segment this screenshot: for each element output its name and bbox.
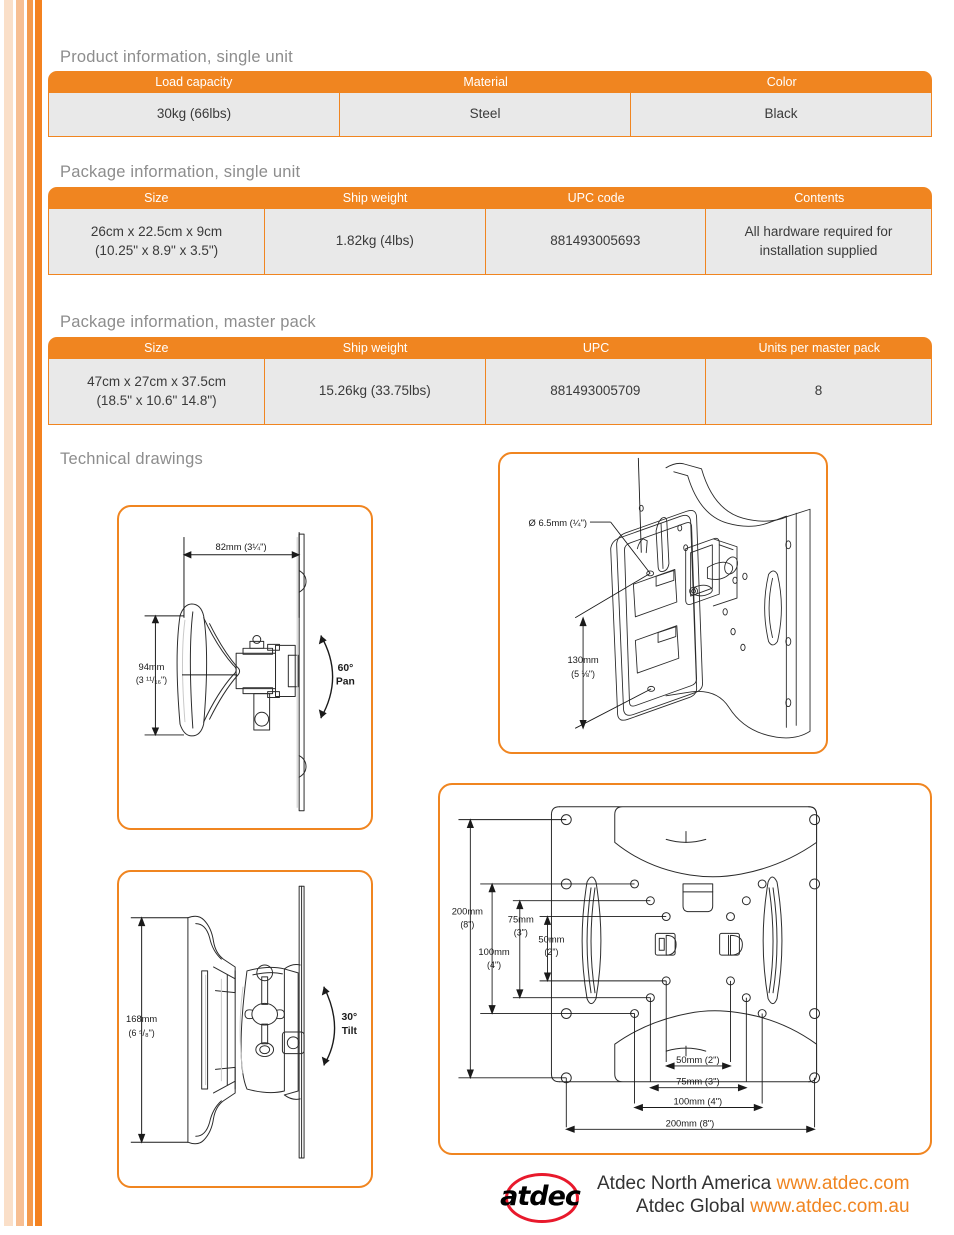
table-cell: Steel	[340, 93, 632, 136]
column-header: UPC code	[567, 191, 625, 205]
footer-url-global[interactable]: www.atdec.com.au	[750, 1196, 909, 1217]
dim-label-130mm: 130mm	[567, 655, 598, 665]
dim-label-94mm-inch: (3 ¹¹/₁₆")	[136, 675, 167, 685]
label-pan: Pan	[336, 677, 355, 688]
table-row: 47cm x 27cm x 37.5cm (18.5" x 10.6" 14.8"…	[48, 359, 932, 425]
table-cell: 881493005693	[486, 209, 707, 274]
dim-label-94mm: 94mm	[139, 662, 165, 672]
section-title-technical-drawings: Technical drawings	[60, 450, 204, 468]
dim-label-130mm-inch: (5 ⅛")	[571, 669, 595, 679]
footer-line-global: Atdec Global www.atdec.com.au	[597, 1195, 910, 1218]
table-row: 30kg (66lbs) Steel Black	[48, 93, 932, 137]
column-header: Units per master pack	[758, 341, 881, 355]
column-header: Material	[463, 75, 508, 89]
package-information-master-table: Size Ship weight UPC Units per master pack …	[48, 337, 932, 425]
table-header-row: Size Ship weight UPC Units per master pack	[48, 337, 932, 359]
column-header: Size	[144, 341, 169, 355]
section-title-product-information: Product information, single unit	[60, 48, 293, 66]
section-title-package-master: Package information, master pack	[60, 313, 316, 331]
table-cell: 30kg (66lbs)	[49, 93, 341, 136]
footer-line-north-america: Atdec North America www.atdec.com	[597, 1172, 910, 1195]
dim-label-h-200mm: 200mm (8")	[666, 1117, 715, 1128]
product-information-table: Load capacity Material Color 30kg (66lbs) S…	[48, 71, 932, 137]
drawing-panel-tilt: 168mm (6 ⁵/₈") 30° Tilt	[117, 870, 373, 1188]
stripe-2	[16, 0, 24, 1226]
left-edge-stripes	[0, 0, 42, 1226]
dim-label-h-100mm: 100mm (4")	[674, 1096, 723, 1107]
dim-label-v-100in: (4")	[487, 960, 501, 970]
table-row: 26cm x 22.5cm x 9cm (10.25" x 8.9" x 3.5"…	[48, 209, 932, 275]
table-header-row: Size Ship weight UPC code Contents	[48, 187, 932, 209]
table-cell: 8	[814, 383, 823, 399]
dim-label-v-50mm: 50mm	[538, 933, 564, 944]
drawing-panel-pan: 82mm (3¼") 94mm (3 ¹¹/₁₆") 60° Pan	[117, 505, 373, 830]
column-header: Size	[144, 191, 169, 205]
package-information-single-table: Size Ship weight UPC code Contents 26cm x 2…	[48, 187, 932, 275]
label-60-degrees: 60°	[338, 663, 354, 674]
label-tilt: Tilt	[342, 1026, 358, 1037]
label-30-degrees: 30°	[342, 1012, 358, 1023]
footer-url-north-america[interactable]: www.atdec.com	[777, 1173, 910, 1194]
footer-label-global: Atdec Global	[636, 1196, 745, 1217]
dim-label-v-100mm: 100mm	[478, 946, 509, 957]
column-header: Color	[766, 75, 797, 89]
table-cell: 881493005709	[486, 359, 707, 424]
stripe-1	[4, 0, 13, 1226]
column-header: Ship weight	[342, 191, 408, 205]
stripe-3	[27, 0, 33, 1226]
table-header-row: Load capacity Material Color	[48, 71, 932, 93]
dim-label-v-200in: (8")	[460, 919, 474, 929]
table-cell: 1.82kg (4lbs)	[265, 209, 486, 274]
column-header: Load capacity	[155, 75, 233, 89]
logo-wordmark: atdec	[500, 1181, 581, 1212]
table-cell: 15.26kg (33.75lbs)	[265, 359, 486, 424]
drawing-panel-vesa: 200mm (8") 100mm (4") 75mm (3") 50mm (2"…	[438, 783, 932, 1155]
stripe-4	[35, 0, 42, 1226]
dim-label-v-200mm: 200mm	[452, 906, 483, 917]
footer-label-north-america: Atdec North America	[597, 1172, 772, 1194]
drawing-panel-isometric: Ø 6.5mm (¼") 130mm (5 ⅛")	[498, 452, 828, 754]
dim-label-v-50in: (2")	[544, 947, 558, 957]
dim-label-h-75mm: 75mm (3")	[676, 1076, 719, 1087]
dim-label-h-50mm: 50mm (2")	[676, 1054, 719, 1065]
table-cell: 47cm x 27cm x 37.5cm (18.5" x 10.6" 14.8"…	[49, 359, 266, 424]
column-header: UPC	[582, 341, 610, 355]
table-cell: Black	[764, 106, 798, 122]
footer: atdec Atdec North America www.atdec.com …	[497, 1170, 910, 1223]
column-header: Contents	[794, 191, 845, 205]
atdec-logo: atdec	[497, 1170, 583, 1223]
footer-contact-lines: Atdec North America www.atdec.com Atdec …	[597, 1172, 910, 1218]
dim-label-hole-diameter: Ø 6.5mm (¼")	[529, 518, 587, 528]
dim-label-v-75mm: 75mm	[508, 914, 534, 925]
table-cell: 26cm x 22.5cm x 9cm (10.25" x 8.9" x 3.5"…	[49, 209, 266, 274]
section-title-package-single: Package information, single unit	[60, 163, 301, 181]
dim-label-168mm: 168mm	[126, 1014, 157, 1024]
dim-label-v-75in: (3")	[514, 927, 528, 937]
dim-label-168mm-inch: (6 ⁵/₈")	[129, 1028, 155, 1038]
table-cell: All hardware required for installation su…	[744, 224, 893, 258]
dim-label-82mm: 82mm (3¼")	[216, 542, 267, 552]
column-header: Ship weight	[342, 341, 408, 355]
